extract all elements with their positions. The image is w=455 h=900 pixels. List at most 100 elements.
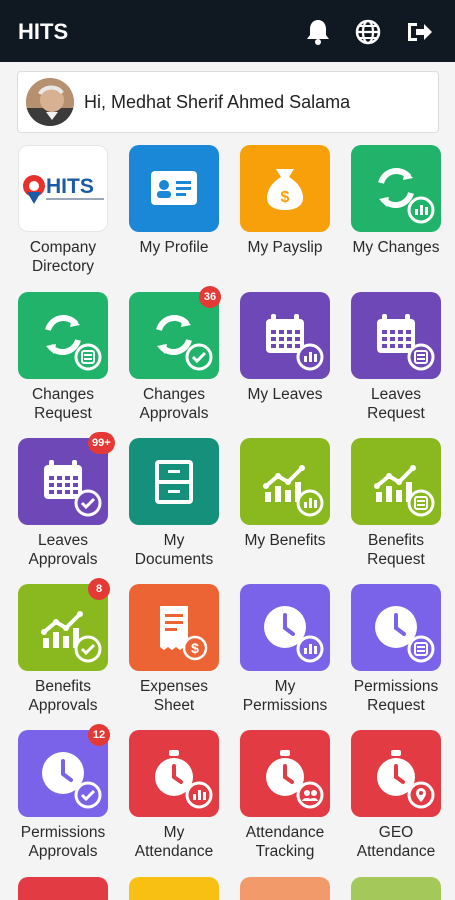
partial-tile[interactable] — [18, 877, 108, 900]
tile-company-directory[interactable]: HITS — [18, 145, 108, 232]
tile-my-leaves[interactable] — [240, 292, 330, 379]
benefits-request-icon — [374, 465, 435, 517]
label-line-2: Request — [367, 697, 425, 714]
my-documents-icon — [155, 460, 193, 504]
label-line-1: My Benefits — [244, 532, 326, 549]
benefits-approvals-label: Benefits Approvals — [8, 677, 118, 715]
tile-my-attendance[interactable] — [129, 730, 219, 817]
label-line-1: Leaves — [38, 532, 88, 549]
avatar[interactable] — [26, 78, 74, 126]
label-line-2: Approvals — [28, 843, 98, 860]
label-line-1: Leaves — [371, 386, 421, 403]
app-header: HITS — [0, 0, 455, 62]
app-title: HITS — [18, 19, 69, 44]
notification-badge: 36 — [199, 286, 221, 308]
tile-my-payslip[interactable]: $ — [240, 145, 330, 232]
tile-my-changes[interactable] — [351, 145, 441, 232]
label-line-2: Tracking — [255, 843, 315, 860]
label-line-1: Changes — [31, 386, 95, 403]
attendance-tracking-icon — [266, 750, 324, 809]
svg-text:HITS: HITS — [46, 175, 94, 198]
expenses-sheet-label: Expenses Sheet — [119, 677, 229, 715]
geo-attendance-icon — [377, 750, 435, 809]
label-line-2: Directory — [31, 258, 94, 275]
my-benefits-icon — [263, 465, 324, 517]
tile-attendance-tracking[interactable] — [240, 730, 330, 817]
leaves-approvals-label: Leaves Approvals — [8, 531, 118, 569]
label-line-1: Attendance — [245, 824, 325, 841]
changes-request-icon — [45, 315, 102, 371]
label-line-2: Approvals — [28, 697, 98, 714]
tile-my-permissions[interactable] — [240, 584, 330, 671]
partial-tile[interactable] — [351, 877, 441, 900]
my-benefits-label: My Benefits — [230, 531, 340, 550]
label-line-1: My Leaves — [247, 386, 323, 403]
label-line-2: Documents — [134, 551, 214, 568]
permissions-request-label: Permissions Request — [341, 677, 451, 715]
label-line-1: My Payslip — [247, 239, 323, 256]
my-documents-label: My Documents — [119, 531, 229, 569]
svg-text:$: $ — [281, 189, 290, 206]
svg-text:$: $ — [191, 640, 199, 656]
notification-badge: 8 — [88, 578, 110, 600]
permissions-request-icon — [375, 606, 435, 663]
label-line-2: Permissions — [242, 697, 328, 714]
label-line-1: GEO — [378, 824, 414, 841]
tile-my-benefits[interactable] — [240, 438, 330, 525]
label-line-1: Company — [29, 239, 97, 256]
leaves-request-icon — [377, 314, 435, 371]
my-changes-label: My Changes — [341, 238, 451, 257]
tile-leaves-request[interactable] — [351, 292, 441, 379]
attendance-tracking-label: Attendance Tracking — [230, 823, 340, 861]
label-line-2: Request — [367, 405, 425, 422]
partial-tile[interactable] — [129, 877, 219, 900]
label-line-1: Permissions — [353, 678, 439, 695]
tile-my-profile[interactable] — [129, 145, 219, 232]
label-line-2: Approvals — [139, 405, 209, 422]
label-line-2: Sheet — [153, 697, 195, 714]
label-line-1: My — [163, 824, 185, 841]
my-profile-icon — [151, 171, 197, 205]
expenses-sheet-icon: $ — [160, 606, 208, 661]
hits-logo-icon: HITS — [23, 175, 104, 204]
my-leaves-label: My Leaves — [230, 385, 340, 404]
my-payslip-label: My Payslip — [230, 238, 340, 257]
tile-permissions-request[interactable] — [351, 584, 441, 671]
label-line-1: My Changes — [352, 239, 440, 256]
company-directory-label: Company Directory — [8, 238, 118, 276]
tile-benefits-request[interactable] — [351, 438, 441, 525]
notification-badge: 12 — [88, 724, 110, 746]
my-changes-icon — [378, 168, 435, 224]
label-line-2: Request — [367, 551, 425, 568]
logout-icon[interactable] — [404, 17, 434, 47]
my-attendance-icon — [155, 750, 213, 809]
my-permissions-label: My Permissions — [230, 677, 340, 715]
bell-icon[interactable] — [303, 17, 333, 47]
label-line-2: Request — [34, 405, 92, 422]
changes-request-label: Changes Request — [8, 385, 118, 423]
benefits-request-label: Benefits Request — [341, 531, 451, 569]
label-line-1: Benefits — [34, 678, 91, 695]
label-line-1: Changes — [142, 386, 206, 403]
tile-my-documents[interactable] — [129, 438, 219, 525]
tile-geo-attendance[interactable] — [351, 730, 441, 817]
label-line-1: My Profile — [139, 239, 209, 256]
greeting-text: Hi, Medhat Sherif Ahmed Salama — [84, 92, 351, 112]
label-line-2: Approvals — [28, 551, 98, 568]
my-payslip-icon: $ — [267, 169, 303, 210]
my-leaves-icon — [266, 314, 324, 371]
globe-icon[interactable] — [353, 17, 383, 47]
tile-changes-request[interactable] — [18, 292, 108, 379]
notification-badge: 99+ — [88, 432, 115, 454]
geo-attendance-label: GEO Attendance — [341, 823, 451, 861]
label-line-1: Benefits — [367, 532, 424, 549]
tile-expenses-sheet[interactable]: $ — [129, 584, 219, 671]
label-line-1: Permissions — [20, 824, 106, 841]
label-line-1: My — [274, 678, 296, 695]
label-line-1: Expenses — [139, 678, 209, 695]
partial-tile[interactable] — [240, 877, 330, 900]
changes-approvals-label: Changes Approvals — [119, 385, 229, 423]
greeting-card: Hi, Medhat Sherif Ahmed Salama — [17, 71, 439, 133]
label-line-2: Attendance — [134, 843, 214, 860]
permissions-approvals-label: Permissions Approvals — [8, 823, 118, 861]
